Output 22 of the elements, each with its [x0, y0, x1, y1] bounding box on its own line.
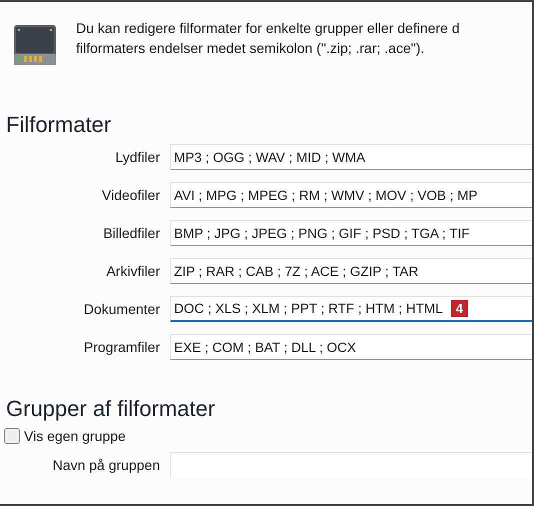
- input-field[interactable]: [170, 452, 532, 478]
- field-label: Lydfiler: [114, 149, 160, 165]
- field-label: Programfiler: [82, 339, 160, 355]
- checkbox[interactable]: [4, 428, 20, 444]
- field-label: Navn på gruppen: [52, 457, 160, 473]
- input-field[interactable]: AVI ; MPG ; MPEG ; RM ; WMV ; MOV ; VOB ; MP: [170, 182, 532, 208]
- checkbox-label: Vis egen gruppe: [24, 428, 126, 444]
- section-heading: Grupper af filformater: [5, 396, 216, 422]
- field-label: Arkivfiler: [105, 263, 160, 279]
- input-field[interactable]: MP3 ; OGG ; WAV ; MID ; WMA: [170, 144, 532, 170]
- input-field[interactable]: DOC ; XLS ; XLM ; PPT ; RTF ; HTM ; HTML 4: [170, 296, 532, 322]
- field-label: Dokumenter: [82, 301, 160, 317]
- number-badge: 4: [450, 300, 468, 317]
- field-label: Videofiler: [100, 187, 160, 203]
- drive-icon: [12, 22, 58, 68]
- input-field[interactable]: BMP ; JPG ; JPEG ; PNG ; GIF ; PSD ; TGA ; TIF: [170, 220, 532, 246]
- description-text: filformaters endelser medet semikolon (".zip; .rar; .ace").: [76, 39, 426, 58]
- input-field[interactable]: ZIP ; RAR ; CAB ; 7Z ; ACE ; GZIP ; TAR: [170, 258, 532, 284]
- section-heading: Filformater: [5, 112, 112, 138]
- field-label: Billedfiler: [102, 225, 160, 241]
- input-field[interactable]: EXE ; COM ; BAT ; DLL ; OCX: [170, 334, 532, 360]
- description-text: Du kan redigere filformater for enkelte grupper eller definere d: [76, 19, 460, 38]
